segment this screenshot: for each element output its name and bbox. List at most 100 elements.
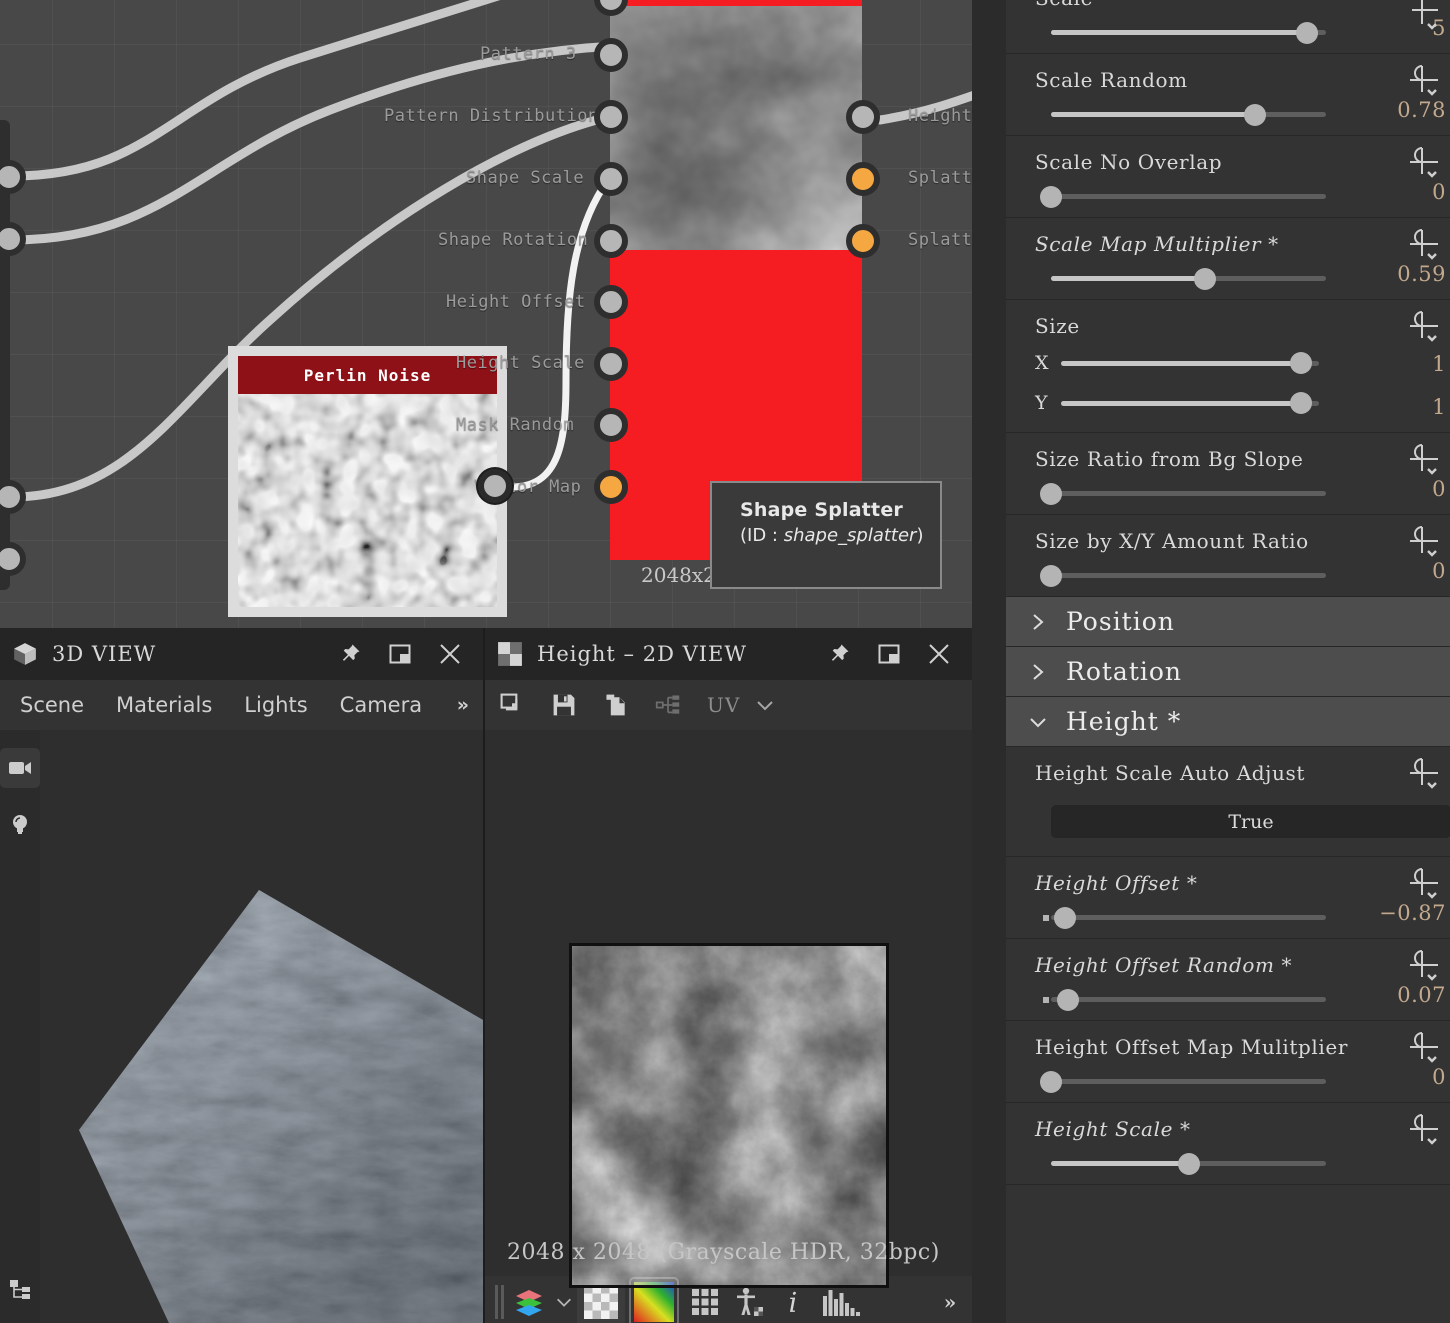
menu-item-materials[interactable]: Materials <box>100 693 228 717</box>
property-slider-size-ratio-bg-slope[interactable] <box>1006 482 1450 505</box>
channel-selector-label[interactable]: UV <box>707 693 740 717</box>
node-output-socket-splatter-data-2[interactable] <box>846 224 880 258</box>
property-row-size-by-xy-amount-ratio[interactable]: Size by X/Y Amount Ratio 0 <box>1006 515 1450 597</box>
property-row-height-scale-auto-adjust[interactable]: Height Scale Auto Adjust True <box>1006 747 1450 857</box>
property-slider-scale[interactable] <box>1006 21 1450 44</box>
property-row-height-offset-map-multiplier[interactable]: Height Offset Map Mulitplier 0 <box>1006 1021 1450 1103</box>
save-icon[interactable] <box>551 692 577 718</box>
light-icon[interactable] <box>0 804 40 844</box>
menu-item-lights[interactable]: Lights <box>228 693 323 717</box>
property-slider-scale-random[interactable] <box>1006 103 1450 126</box>
menu-overflow-icon[interactable]: » <box>457 694 483 716</box>
property-row-scale-map-multiplier[interactable]: Scale Map Multiplier * 0.59 <box>1006 218 1450 300</box>
property-row-height-offset-random[interactable]: Height Offset Random * 0.07 <box>1006 939 1450 1021</box>
properties-panel[interactable]: Scale 5 Scale Random 0.78 <box>1006 0 1450 1323</box>
function-graph-chevron-icon[interactable] <box>1402 144 1444 184</box>
node-input-socket-pattern-distribution[interactable] <box>594 100 628 134</box>
graph-node-perlin-noise[interactable]: Perlin Noise <box>228 346 507 617</box>
function-graph-chevron-icon[interactable] <box>1402 0 1444 34</box>
panel-2d-view-title: Height – 2D VIEW <box>537 642 747 666</box>
node-input-label-pattern-distribution: Pattern Distribution <box>384 106 599 126</box>
node-output-socket-splatter-data-1[interactable] <box>846 162 880 196</box>
slider-track <box>1051 21 1326 44</box>
node-input-label-height-offset: Height Offset <box>446 292 586 312</box>
property-value-size-y[interactable]: 1 <box>1432 395 1446 419</box>
function-graph-chevron-icon[interactable] <box>1402 1029 1444 1069</box>
slider-track <box>1061 352 1319 374</box>
property-dropdown-height-scale-auto-adjust[interactable]: True <box>1051 805 1450 838</box>
function-graph-chevron-icon[interactable] <box>1402 62 1444 102</box>
viewport-3d-canvas[interactable] <box>49 730 483 1323</box>
property-slider-height-scale[interactable] <box>1006 1152 1450 1175</box>
copy-icon[interactable] <box>603 692 629 718</box>
property-value-size-x[interactable]: 1 <box>1432 352 1446 376</box>
function-graph-chevron-icon[interactable] <box>1402 226 1444 266</box>
pin-icon[interactable] <box>826 641 852 667</box>
tooltip-id-suffix: ) <box>916 525 924 546</box>
property-slider-height-offset-random[interactable] <box>1006 988 1450 1011</box>
graph-node-shape-splatter[interactable] <box>610 0 862 560</box>
tooltip-id-value: shape_splatter <box>783 525 917 546</box>
node-input-label-pattern-3: Pattern 3 <box>480 44 577 64</box>
property-group-height[interactable]: Height * <box>1006 697 1450 747</box>
property-row-size[interactable]: Size X 1 Y 1 <box>1006 300 1450 433</box>
slider-track <box>1051 103 1326 126</box>
node-input-socket-shape-scale[interactable] <box>594 162 628 196</box>
property-slider-size-y[interactable]: Y 1 <box>1006 392 1450 419</box>
perlin-output-socket[interactable] <box>478 469 512 503</box>
property-group-rotation[interactable]: Rotation <box>1006 647 1450 697</box>
property-label-scale-random: Scale Random <box>1035 68 1188 92</box>
node-output-label-height: Height <box>908 106 972 126</box>
node-output-socket-height[interactable] <box>846 100 880 134</box>
property-slider-scale-no-overlap[interactable] <box>1006 185 1450 208</box>
property-row-height-offset[interactable]: Height Offset * −0.87 <box>1006 857 1450 939</box>
property-row-size-ratio-bg-slope[interactable]: Size Ratio from Bg Slope 0 <box>1006 433 1450 515</box>
node-input-socket-vector-map[interactable] <box>594 470 628 504</box>
property-row-scale-no-overlap[interactable]: Scale No Overlap 0 <box>1006 136 1450 218</box>
function-graph-chevron-icon[interactable] <box>1402 441 1444 481</box>
property-slider-size-by-xy-amount-ratio[interactable] <box>1006 564 1450 587</box>
menu-item-scene[interactable]: Scene <box>4 693 100 717</box>
function-graph-chevron-icon[interactable] <box>1402 523 1444 563</box>
menu-item-camera[interactable]: Camera <box>324 693 438 717</box>
function-graph-chevron-icon[interactable] <box>1402 1111 1444 1151</box>
chevron-down-icon[interactable] <box>752 692 778 718</box>
maximize-icon[interactable] <box>876 641 902 667</box>
property-label-size: Size <box>1035 314 1080 338</box>
close-icon[interactable] <box>437 641 463 667</box>
layers-icon[interactable] <box>507 1280 551 1323</box>
property-slider-size-x[interactable]: X 1 <box>1006 352 1450 376</box>
property-row-scale-random[interactable]: Scale Random 0.78 <box>1006 54 1450 136</box>
node-input-socket-pattern-3[interactable] <box>594 38 628 72</box>
function-graph-chevron-icon[interactable] <box>1402 947 1444 987</box>
node-input-socket-mask-random[interactable] <box>594 408 628 442</box>
function-graph-chevron-icon[interactable] <box>1402 865 1444 905</box>
chevron-down-icon <box>1028 712 1048 732</box>
property-row-height-scale[interactable]: Height Scale * <box>1006 1103 1450 1185</box>
property-group-label-height: Height * <box>1066 707 1182 736</box>
checker-icon <box>497 641 523 667</box>
share-icon[interactable] <box>655 692 681 718</box>
node-graph[interactable]: Perlin Noise Pattern 3 Pattern Distribut… <box>0 0 972 628</box>
close-icon[interactable] <box>926 641 952 667</box>
function-graph-chevron-icon[interactable] <box>1402 308 1444 348</box>
property-slider-height-offset-map-multiplier[interactable] <box>1006 1070 1450 1093</box>
function-graph-chevron-icon[interactable] <box>1402 755 1444 795</box>
viewport-3d-toolbar <box>0 730 40 1323</box>
bottombar-overflow-icon[interactable]: » <box>928 1280 972 1323</box>
duplicate-view-icon[interactable] <box>499 692 525 718</box>
property-group-position[interactable]: Position <box>1006 597 1450 647</box>
node-input-socket-shape-rotation[interactable] <box>594 224 628 258</box>
property-slider-scale-map-multiplier[interactable] <box>1006 267 1450 290</box>
node-output-label-splatter-2: Splatte <box>908 230 972 250</box>
panel-2d-view-body[interactable]: 2048 x 2048 (Grayscale HDR, 32bpc) <box>485 730 972 1288</box>
camera-icon[interactable] <box>0 748 40 788</box>
node-input-socket-height-offset[interactable] <box>594 285 628 319</box>
node-input-socket-height-scale[interactable] <box>594 347 628 381</box>
maximize-icon[interactable] <box>387 641 413 667</box>
hierarchy-icon[interactable] <box>0 1269 40 1309</box>
panel-2d-view-titlebar: Height – 2D VIEW <box>485 628 972 680</box>
node-size-label: 2048x2 <box>641 563 716 587</box>
pin-icon[interactable] <box>337 641 363 667</box>
property-row-scale[interactable]: Scale 5 <box>1006 0 1450 54</box>
